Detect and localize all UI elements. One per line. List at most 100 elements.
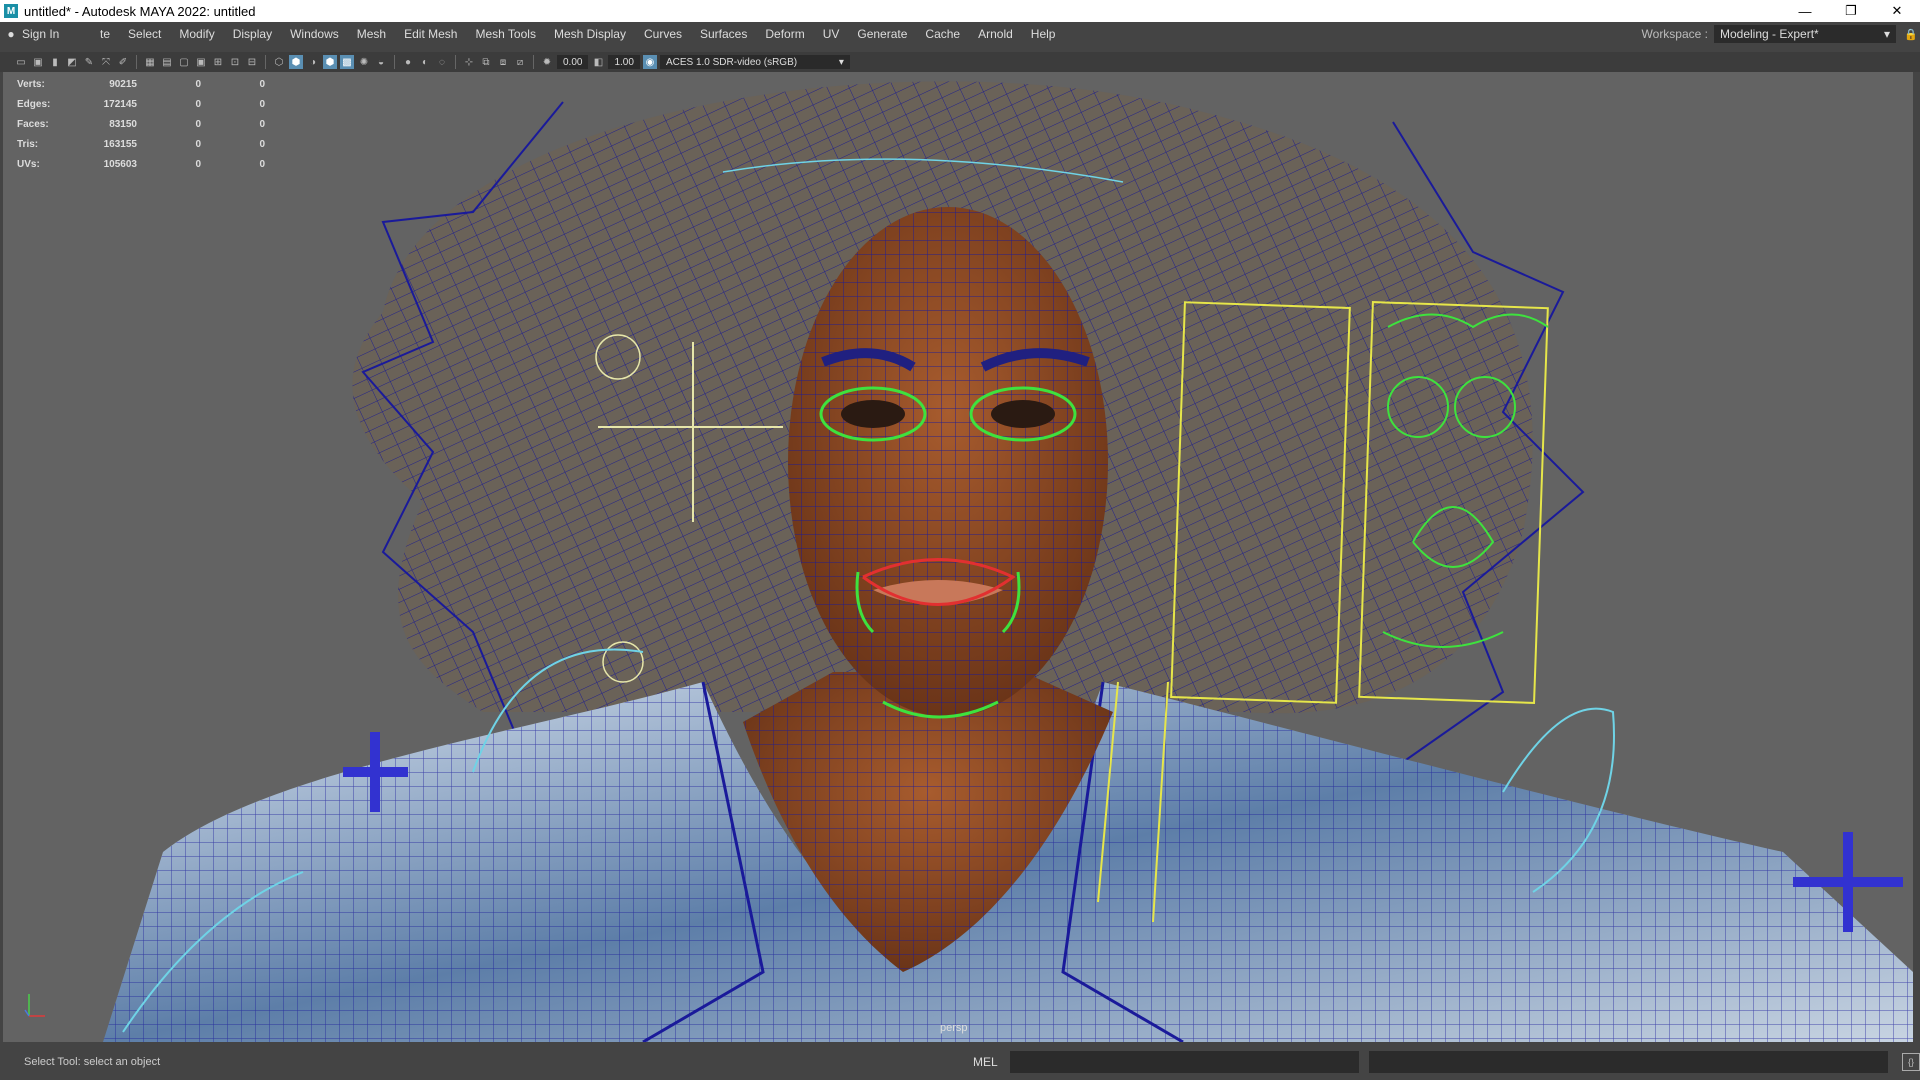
menu-help[interactable]: Help <box>1022 27 1065 41</box>
toolbar-divider <box>265 55 266 69</box>
exposure-icon[interactable]: ✹ <box>540 55 554 69</box>
hud-value: 0 <box>195 98 201 110</box>
hud-row-verts: Verts: 90215 0 0 <box>17 74 265 94</box>
isolate-select-icon[interactable]: ⊹ <box>462 55 476 69</box>
camera-name-label: persp <box>940 1022 968 1034</box>
toolbar-divider <box>394 55 395 69</box>
hud-value: 105603 <box>103 158 137 170</box>
menu-mesh-display[interactable]: Mesh Display <box>545 27 635 41</box>
lock-icon[interactable]: 🔒 <box>1902 25 1920 43</box>
color-space-value: ACES 1.0 SDR-video (sRGB) <box>665 56 798 68</box>
face-mesh <box>788 207 1108 717</box>
restore-button[interactable]: ❐ <box>1828 0 1874 22</box>
sign-in-label: Sign In <box>22 27 60 41</box>
menu-mesh-tools[interactable]: Mesh Tools <box>466 27 544 41</box>
hud-value: 0 <box>259 98 265 110</box>
xray-joints-icon[interactable]: ⧄ <box>513 55 527 69</box>
hud-value: 0 <box>259 118 265 130</box>
hud-row-tris: Tris: 163155 0 0 <box>17 134 265 154</box>
hud-row-faces: Faces: 83150 0 0 <box>17 114 265 134</box>
hud-value: 83150 <box>109 118 137 130</box>
menu-cache[interactable]: Cache <box>916 27 969 41</box>
hud-value: 0 <box>195 78 201 90</box>
workspace-dropdown[interactable]: Modeling - Expert* ▾ <box>1714 25 1896 43</box>
window-title: untitled* - Autodesk MAYA 2022: untitled <box>24 3 256 19</box>
field-chart-icon[interactable]: ⊞ <box>211 55 225 69</box>
hud-label: Edges: <box>17 98 51 110</box>
exposure-field[interactable]: 0.00 <box>557 55 589 69</box>
shadows-icon[interactable]: ◒ <box>374 55 388 69</box>
menu-uv[interactable]: UV <box>814 27 849 41</box>
resolution-gate-icon[interactable]: ▢ <box>177 55 191 69</box>
menu-modify[interactable]: Modify <box>170 27 223 41</box>
bookmark-icon[interactable]: ▮ <box>48 55 62 69</box>
window-titlebar: M untitled* - Autodesk MAYA 2022: untitl… <box>0 0 1920 22</box>
xray-active-icon[interactable]: ⧈ <box>496 55 510 69</box>
lights-icon[interactable]: ✺ <box>357 55 371 69</box>
safe-title-icon[interactable]: ⊟ <box>245 55 259 69</box>
window-controls: — ❐ ✕ <box>1782 0 1920 22</box>
chevron-down-icon: ▾ <box>1883 27 1890 41</box>
menu-generate[interactable]: Generate <box>848 27 916 41</box>
workspace-value: Modeling - Expert* <box>1720 27 1819 41</box>
default-material-icon[interactable]: ◑ <box>306 55 320 69</box>
menu-curves[interactable]: Curves <box>635 27 691 41</box>
grease-pencil-icon[interactable]: ✎ <box>82 55 96 69</box>
command-input[interactable] <box>1009 1051 1360 1073</box>
script-editor-icon[interactable]: {} <box>1902 1053 1920 1071</box>
toolbar-divider <box>533 55 534 69</box>
color-space-dropdown[interactable]: ACES 1.0 SDR-video (sRGB) ▾ <box>659 55 850 69</box>
gamma-field[interactable]: 1.00 <box>608 55 640 69</box>
wireframe-icon[interactable]: ⬡ <box>272 55 286 69</box>
view-axis-icon <box>24 994 45 1017</box>
chevron-down-icon: ▾ <box>838 56 844 68</box>
menu-surfaces[interactable]: Surfaces <box>691 27 756 41</box>
persp-viewport[interactable]: Verts: 90215 0 0 Edges: 172145 0 0 Faces… <box>3 72 1913 1042</box>
ambient-occlusion-icon[interactable]: ● <box>401 55 415 69</box>
film-gate-icon[interactable]: ▤ <box>160 55 174 69</box>
hud-value: 0 <box>259 78 265 90</box>
menu-display[interactable]: Display <box>224 27 281 41</box>
help-line: Select Tool: select an object <box>24 1056 161 1068</box>
toolbar-divider <box>136 55 137 69</box>
gamma-icon[interactable]: ◧ <box>591 55 605 69</box>
menu-deform[interactable]: Deform <box>756 27 813 41</box>
hud-value: 90215 <box>109 78 137 90</box>
main-menubar: ● Sign In te Select Modify Display Windo… <box>0 22 1920 46</box>
menu-create[interactable]: te <box>98 27 119 41</box>
image-plane-icon[interactable]: ◩ <box>65 55 79 69</box>
xray-icon[interactable]: ⧉ <box>479 55 493 69</box>
color-management-icon[interactable]: ◉ <box>642 55 657 69</box>
grid-icon[interactable]: ▦ <box>143 55 157 69</box>
sign-in-button[interactable]: ● Sign In <box>0 23 98 45</box>
textured-icon[interactable]: ▩ <box>340 55 354 69</box>
script-type-toggle[interactable]: MEL <box>958 1055 998 1069</box>
menu-select[interactable]: Select <box>119 27 170 41</box>
user-icon: ● <box>7 27 15 41</box>
hud-value: 0 <box>195 118 201 130</box>
minimize-button[interactable]: — <box>1782 0 1828 22</box>
pencil-icon[interactable]: ✐ <box>116 55 130 69</box>
hud-label: UVs: <box>17 158 40 170</box>
gate-mask-icon[interactable]: ▣ <box>194 55 208 69</box>
hud-label: Faces: <box>17 118 49 130</box>
anti-alias-icon[interactable]: ◌ <box>435 55 449 69</box>
2d-pan-zoom-icon[interactable]: ⤧ <box>99 55 113 69</box>
hud-value: 163155 <box>103 138 137 150</box>
workspace-selector: Workspace : Modeling - Expert* ▾ 🔒 <box>1642 22 1920 46</box>
close-button[interactable]: ✕ <box>1874 0 1920 22</box>
hud-value: 0 <box>195 138 201 150</box>
wireframe-on-shaded-icon[interactable]: ⬢ <box>323 55 337 69</box>
camera-icon[interactable]: ▭ <box>14 55 28 69</box>
menu-windows[interactable]: Windows <box>281 27 348 41</box>
safe-action-icon[interactable]: ⊡ <box>228 55 242 69</box>
menu-edit-mesh[interactable]: Edit Mesh <box>395 27 466 41</box>
smooth-shade-icon[interactable]: ⬢ <box>289 55 303 69</box>
camera-attributes-icon[interactable]: ▣ <box>31 55 45 69</box>
poly-count-hud: Verts: 90215 0 0 Edges: 172145 0 0 Faces… <box>17 74 265 174</box>
motion-blur-icon[interactable]: ◐ <box>418 55 432 69</box>
panel-toolbar: ▭ ▣ ▮ ◩ ✎ ⤧ ✐ ▦ ▤ ▢ ▣ ⊞ ⊡ ⊟ ⬡ ⬢ ◑ ⬢ ▩ ✺ … <box>0 52 1920 72</box>
menu-mesh[interactable]: Mesh <box>348 27 395 41</box>
hud-value: 0 <box>259 138 265 150</box>
menu-arnold[interactable]: Arnold <box>969 27 1022 41</box>
